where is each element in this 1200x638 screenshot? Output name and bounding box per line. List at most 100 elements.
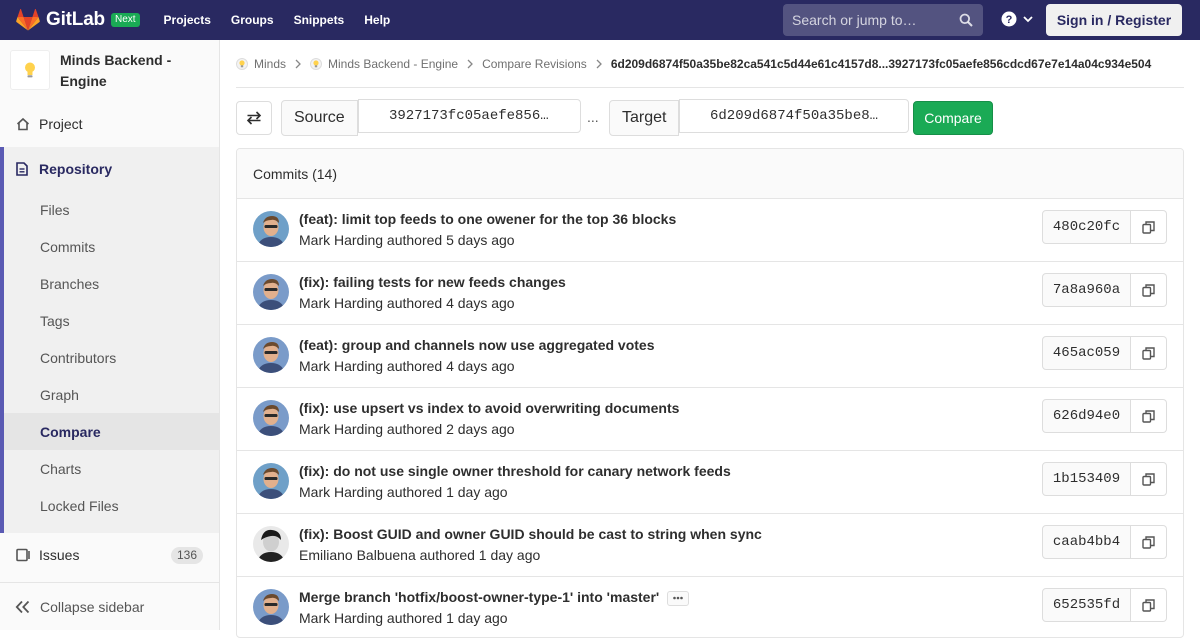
- commit-authored-time: authored 2 days ago: [386, 421, 515, 437]
- commit-meta: Emiliano Balbuena authored 1 day ago: [299, 547, 540, 563]
- commit-title[interactable]: (feat): group and channels now use aggre…: [299, 337, 655, 353]
- author-avatar[interactable]: [253, 211, 289, 247]
- breadcrumb-current[interactable]: 6d209d6874f50a35be82ca541c5d44e61c4157d8…: [611, 57, 1151, 71]
- commit-author[interactable]: Mark Harding: [299, 295, 383, 311]
- sidebar-repository-section: Repository Files Commits Branches Tags C…: [0, 147, 219, 533]
- commit-row: (feat): group and channels now use aggre…: [237, 325, 1183, 388]
- author-avatar[interactable]: [253, 274, 289, 310]
- swap-revisions-button[interactable]: [236, 101, 272, 135]
- commit-meta: Mark Harding authored 5 days ago: [299, 232, 515, 248]
- author-avatar[interactable]: [253, 337, 289, 373]
- nav-link-projects[interactable]: Projects: [156, 13, 219, 27]
- sidebar-item-files[interactable]: Files: [4, 191, 219, 228]
- sidebar-subitem-label: Branches: [40, 275, 100, 292]
- copy-sha-button[interactable]: [1131, 525, 1167, 559]
- commit-sha-button[interactable]: 480c20fc: [1042, 210, 1131, 244]
- author-avatar[interactable]: [253, 526, 289, 562]
- sidebar-item-charts[interactable]: Charts: [4, 450, 219, 487]
- sidebar-item-repository[interactable]: Repository: [4, 147, 219, 191]
- search-placeholder: Search or jump to…: [792, 12, 917, 28]
- ellipsis-icon: [673, 596, 684, 600]
- author-avatar[interactable]: [253, 589, 289, 625]
- copy-icon: [1142, 220, 1155, 234]
- copy-sha-button[interactable]: [1131, 399, 1167, 433]
- sidebar-item-branches[interactable]: Branches: [4, 265, 219, 302]
- commit-meta: Mark Harding authored 1 day ago: [299, 484, 508, 500]
- commit-sha-group: 7a8a960a: [1042, 273, 1167, 307]
- commit-title-text[interactable]: (fix): do not use single owner threshold…: [299, 463, 731, 479]
- sidebar-item-tags[interactable]: Tags: [4, 302, 219, 339]
- nav-link-help[interactable]: Help: [356, 13, 398, 27]
- commit-meta: Mark Harding authored 1 day ago: [299, 610, 508, 626]
- commit-author[interactable]: Mark Harding: [299, 358, 383, 374]
- commit-author[interactable]: Mark Harding: [299, 484, 383, 500]
- breadcrumb-compare-revisions[interactable]: Compare Revisions: [482, 57, 587, 71]
- project-name: Minds Backend - Engine: [60, 52, 172, 89]
- commit-authored-time: authored 1 day ago: [386, 610, 508, 626]
- commit-title[interactable]: (fix): Boost GUID and owner GUID should …: [299, 526, 762, 542]
- revision-separator: ...: [587, 109, 599, 125]
- commit-sha-button[interactable]: 626d94e0: [1042, 399, 1131, 433]
- sidebar-item-graph[interactable]: Graph: [4, 376, 219, 413]
- commit-sha-button[interactable]: 7a8a960a: [1042, 273, 1131, 307]
- project-header[interactable]: Minds Backend - Engine: [0, 40, 219, 102]
- commit-author[interactable]: Mark Harding: [299, 232, 383, 248]
- nav-link-snippets[interactable]: Snippets: [286, 13, 353, 27]
- commit-title[interactable]: (fix): failing tests for new feeds chang…: [299, 274, 566, 290]
- commit-author[interactable]: Mark Harding: [299, 421, 383, 437]
- commit-title-text[interactable]: (feat): limit top feeds to one owener fo…: [299, 211, 676, 227]
- commit-sha-group: 626d94e0: [1042, 399, 1167, 433]
- copy-sha-button[interactable]: [1131, 588, 1167, 622]
- commit-authored-time: authored 4 days ago: [386, 358, 515, 374]
- gitlab-logo[interactable]: GitLab Next: [16, 9, 140, 31]
- copy-sha-button[interactable]: [1131, 462, 1167, 496]
- next-badge[interactable]: Next: [110, 13, 140, 27]
- commit-sha-button[interactable]: caab4bb4: [1042, 525, 1131, 559]
- lightbulb-icon: [313, 59, 319, 67]
- help-dropdown[interactable]: ?: [1001, 11, 1034, 27]
- sidebar-item-compare[interactable]: Compare: [4, 413, 219, 450]
- sidebar-subitem-label: Commits: [40, 238, 96, 255]
- commit-title[interactable]: (fix): use upsert vs index to avoid over…: [299, 400, 679, 416]
- commit-title-text[interactable]: (fix): failing tests for new feeds chang…: [299, 274, 566, 290]
- commit-sha-button[interactable]: 1b153409: [1042, 462, 1131, 496]
- commit-title-text[interactable]: (feat): group and channels now use aggre…: [299, 337, 655, 353]
- project-sidebar: Minds Backend - Engine Project Repositor…: [0, 40, 220, 630]
- commit-author[interactable]: Mark Harding: [299, 610, 383, 626]
- commit-title[interactable]: (feat): limit top feeds to one owener fo…: [299, 211, 676, 227]
- commit-sha-group: caab4bb4: [1042, 525, 1167, 559]
- commit-title-text[interactable]: Merge branch 'hotfix/boost-owner-type-1'…: [299, 589, 659, 605]
- signin-register-button[interactable]: Sign in / Register: [1046, 4, 1182, 36]
- target-revision-input[interactable]: 6d209d6874f50a35be8…: [679, 99, 909, 133]
- nav-link-groups[interactable]: Groups: [223, 13, 282, 27]
- copy-sha-button[interactable]: [1131, 273, 1167, 307]
- commit-title-text[interactable]: (fix): Boost GUID and owner GUID should …: [299, 526, 762, 542]
- toggle-description-button[interactable]: [667, 590, 690, 606]
- sidebar-item-commits[interactable]: Commits: [4, 228, 219, 265]
- logo-text: GitLab: [46, 9, 105, 30]
- commit-title[interactable]: Merge branch 'hotfix/boost-owner-type-1'…: [299, 589, 690, 606]
- author-avatar[interactable]: [253, 400, 289, 436]
- sidebar-item-contributors[interactable]: Contributors: [4, 339, 219, 376]
- copy-sha-button[interactable]: [1131, 336, 1167, 370]
- commits-header: Commits (14): [237, 149, 1183, 199]
- search-input[interactable]: Search or jump to…: [783, 4, 983, 36]
- collapse-sidebar-button[interactable]: Collapse sidebar: [0, 582, 219, 630]
- commit-sha-button[interactable]: 465ac059: [1042, 336, 1131, 370]
- breadcrumb-minds[interactable]: Minds: [236, 57, 286, 71]
- search-icon: [959, 13, 973, 27]
- compare-button[interactable]: Compare: [913, 101, 993, 135]
- breadcrumb-project[interactable]: Minds Backend - Engine: [310, 57, 458, 71]
- commit-author[interactable]: Emiliano Balbuena: [299, 547, 416, 563]
- sidebar-item-project[interactable]: Project: [0, 106, 219, 142]
- copy-icon: [1142, 409, 1155, 423]
- copy-sha-button[interactable]: [1131, 210, 1167, 244]
- author-avatar[interactable]: [253, 463, 289, 499]
- sidebar-subitem-label: Graph: [40, 386, 79, 403]
- commit-title-text[interactable]: (fix): use upsert vs index to avoid over…: [299, 400, 679, 416]
- commit-title[interactable]: (fix): do not use single owner threshold…: [299, 463, 731, 479]
- commit-sha-button[interactable]: 652535fd: [1042, 588, 1131, 622]
- sidebar-item-locked-files[interactable]: Locked Files: [4, 487, 219, 524]
- source-revision-input[interactable]: 3927173fc05aefe856…: [358, 99, 581, 133]
- sidebar-item-issues[interactable]: Issues 136: [0, 537, 219, 573]
